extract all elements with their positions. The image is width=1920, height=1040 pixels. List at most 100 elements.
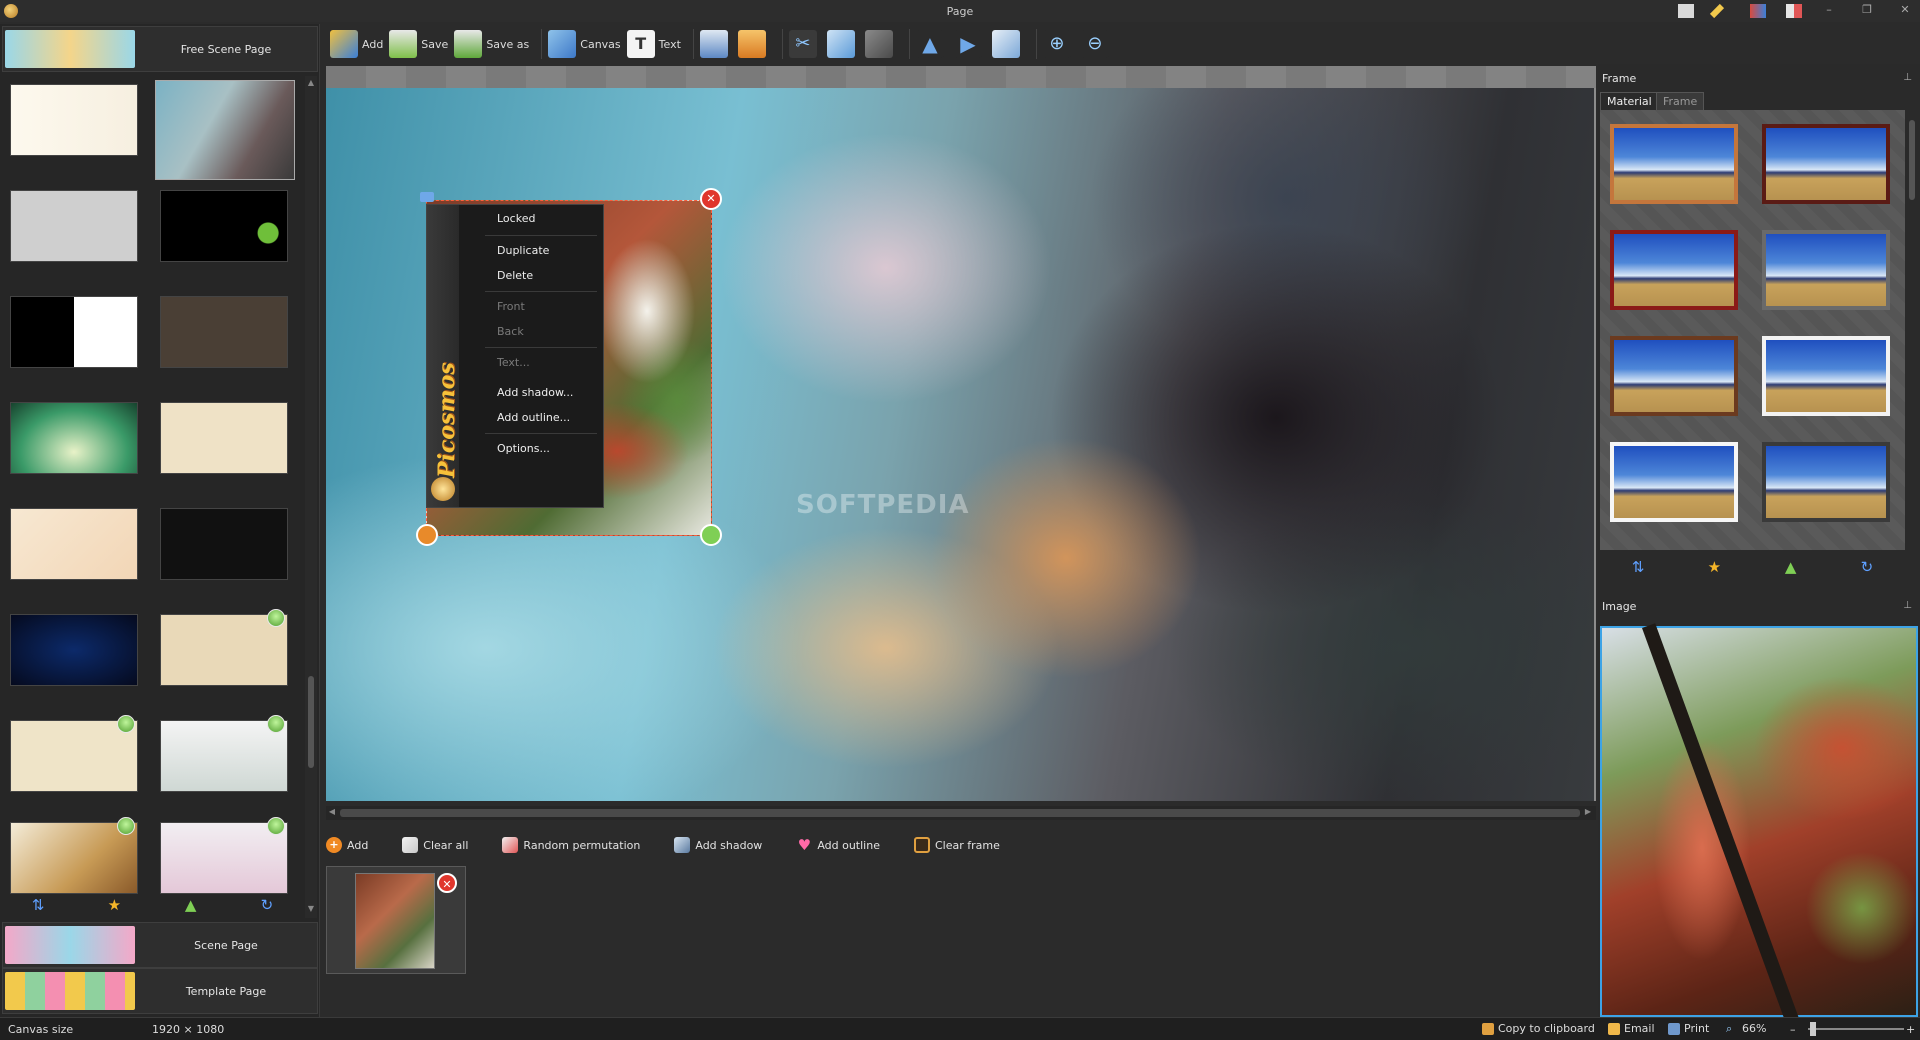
background-thumbnail[interactable] bbox=[10, 84, 138, 156]
scrollbar-thumb[interactable] bbox=[340, 809, 1580, 817]
pin-icon[interactable]: ⊥ bbox=[1903, 72, 1912, 83]
background-thumbnail[interactable] bbox=[10, 715, 138, 792]
left-scrollbar[interactable]: ▲ ▼ bbox=[305, 76, 317, 918]
restore-button[interactable]: ❐ bbox=[1856, 3, 1878, 19]
background-thumbnail[interactable] bbox=[10, 296, 138, 368]
save-button[interactable]: Save bbox=[389, 26, 448, 62]
menu-item-options[interactable]: Options... bbox=[497, 439, 550, 459]
canvas-horizontal-scrollbar[interactable]: ◀ ▶ bbox=[326, 806, 1596, 820]
add-shadow-button[interactable]: Add shadow bbox=[674, 837, 762, 853]
frame-thumbnail[interactable] bbox=[1762, 230, 1890, 310]
scroll-left-icon[interactable]: ◀ bbox=[326, 807, 338, 816]
random-permutation-button[interactable]: Random permutation bbox=[502, 837, 640, 853]
background-thumbnail[interactable] bbox=[160, 190, 288, 262]
pin-icon[interactable]: ⊥ bbox=[1903, 600, 1912, 611]
tab-frame[interactable]: Frame bbox=[1656, 92, 1705, 111]
frame-thumbnail[interactable] bbox=[1610, 442, 1738, 522]
menu-item-delete[interactable]: Delete bbox=[497, 266, 533, 286]
tab-material[interactable]: Material bbox=[1600, 92, 1659, 110]
add-button[interactable]: Add bbox=[330, 26, 383, 62]
collage-icon[interactable] bbox=[1786, 4, 1802, 18]
add-outline-button[interactable]: ♥ Add outline bbox=[796, 837, 880, 853]
menu-item-locked[interactable]: Locked bbox=[497, 209, 535, 229]
rotate-button[interactable] bbox=[991, 26, 1024, 62]
remove-photo-icon[interactable]: ✕ bbox=[700, 188, 722, 210]
background-thumbnail[interactable] bbox=[160, 817, 288, 894]
scroll-right-icon[interactable]: ▶ bbox=[1582, 807, 1594, 816]
flip-horizontal-button[interactable]: ▲ bbox=[915, 26, 948, 62]
right-scrollbar[interactable] bbox=[1906, 110, 1918, 590]
favorite-star-icon[interactable]: ★ bbox=[105, 896, 123, 914]
background-thumbnail[interactable] bbox=[10, 402, 138, 474]
scroll-down-icon[interactable]: ▼ bbox=[305, 904, 317, 913]
menu-item-add-outline[interactable]: Add outline... bbox=[497, 408, 570, 428]
add-photo-button[interactable]: + Add bbox=[326, 837, 368, 853]
menu-item-duplicate[interactable]: Duplicate bbox=[497, 241, 549, 261]
menu-item-text[interactable]: Text... bbox=[497, 353, 530, 373]
scrollbar-thumb[interactable] bbox=[308, 676, 314, 768]
zoom-out-control[interactable]: – bbox=[1790, 1023, 1796, 1036]
flip-vertical-button[interactable]: ▶ bbox=[953, 26, 986, 62]
scene-page-tab[interactable]: Scene Page bbox=[2, 922, 318, 968]
email-status-button[interactable]: Email bbox=[1608, 1022, 1655, 1035]
menu-handle-icon[interactable] bbox=[420, 192, 434, 202]
page-canvas[interactable]: ✕ Picosmos Locked Duplicate Delete Front… bbox=[326, 88, 1594, 801]
clear-all-button[interactable]: Clear all bbox=[402, 837, 468, 853]
background-thumbnail[interactable] bbox=[160, 508, 288, 580]
free-scene-page-tab[interactable]: Free Scene Page bbox=[2, 26, 318, 72]
menu-item-add-shadow[interactable]: Add shadow... bbox=[497, 383, 573, 403]
background-thumbnail[interactable] bbox=[10, 190, 138, 262]
frame-thumbnail[interactable] bbox=[1610, 230, 1738, 310]
paste-button[interactable] bbox=[864, 26, 897, 62]
close-button[interactable]: ✕ bbox=[1894, 3, 1916, 19]
copy-button[interactable] bbox=[826, 26, 859, 62]
zoom-out-button[interactable]: ⊖ bbox=[1080, 26, 1113, 62]
download-icon[interactable]: ▲ bbox=[1782, 558, 1800, 576]
zoom-slider[interactable] bbox=[1808, 1028, 1904, 1030]
rotate-handle-icon[interactable] bbox=[416, 524, 438, 546]
background-thumbnail[interactable] bbox=[160, 296, 288, 368]
scrollbar-thumb[interactable] bbox=[1909, 120, 1915, 200]
remove-photo-icon[interactable]: ✕ bbox=[437, 873, 457, 893]
brand-logo-text: Picosmos bbox=[434, 362, 460, 478]
frame-thumbnail[interactable] bbox=[1762, 124, 1890, 204]
background-thumbnail[interactable] bbox=[160, 402, 288, 474]
download-icon[interactable]: ▲ bbox=[182, 896, 200, 914]
copy-to-clipboard-button[interactable]: Copy to clipboard bbox=[1482, 1022, 1595, 1035]
favorite-star-icon[interactable]: ★ bbox=[1705, 558, 1723, 576]
document-icon[interactable] bbox=[1678, 4, 1694, 18]
background-thumbnail[interactable] bbox=[160, 715, 288, 792]
frame-thumbnail[interactable] bbox=[1610, 124, 1738, 204]
frame-thumbnail[interactable] bbox=[1762, 336, 1890, 416]
frame-thumbnail[interactable] bbox=[1762, 442, 1890, 522]
save-as-button[interactable]: Save as bbox=[454, 26, 529, 62]
refresh-icon[interactable]: ↻ bbox=[1858, 558, 1876, 576]
zoom-in-control[interactable]: + bbox=[1906, 1023, 1915, 1036]
print-status-button[interactable]: Print bbox=[1668, 1022, 1709, 1035]
clear-frame-button[interactable]: Clear frame bbox=[913, 837, 1000, 853]
text-button[interactable]: T Text bbox=[626, 26, 681, 62]
refresh-icon[interactable]: ↻ bbox=[258, 896, 276, 914]
sort-icon[interactable]: ⇅ bbox=[1629, 558, 1647, 576]
frame-thumbnail[interactable] bbox=[1610, 336, 1738, 416]
zoom-in-button[interactable]: ⊕ bbox=[1042, 26, 1075, 62]
canvas-button[interactable]: Canvas bbox=[548, 26, 621, 62]
background-thumbnail[interactable] bbox=[10, 508, 138, 580]
menu-item-front[interactable]: Front bbox=[497, 297, 525, 317]
zoom-slider-knob[interactable] bbox=[1810, 1022, 1816, 1036]
background-thumbnail[interactable] bbox=[160, 609, 288, 686]
sort-icon[interactable]: ⇅ bbox=[29, 896, 47, 914]
used-photo-thumbnail[interactable] bbox=[355, 873, 435, 969]
background-thumbnail[interactable] bbox=[10, 817, 138, 894]
email-button[interactable] bbox=[737, 26, 770, 62]
background-thumbnail[interactable] bbox=[10, 614, 138, 686]
menu-item-back[interactable]: Back bbox=[497, 322, 524, 342]
minimize-button[interactable]: – bbox=[1818, 3, 1840, 19]
resize-handle-icon[interactable] bbox=[700, 524, 722, 546]
template-page-tab[interactable]: Template Page bbox=[2, 968, 318, 1014]
background-thumbnail-selected[interactable] bbox=[155, 80, 295, 180]
cut-button[interactable]: ✂ bbox=[788, 26, 821, 62]
print-button[interactable] bbox=[699, 26, 732, 62]
layout-icon[interactable] bbox=[1750, 4, 1766, 18]
scroll-up-icon[interactable]: ▲ bbox=[305, 78, 317, 87]
